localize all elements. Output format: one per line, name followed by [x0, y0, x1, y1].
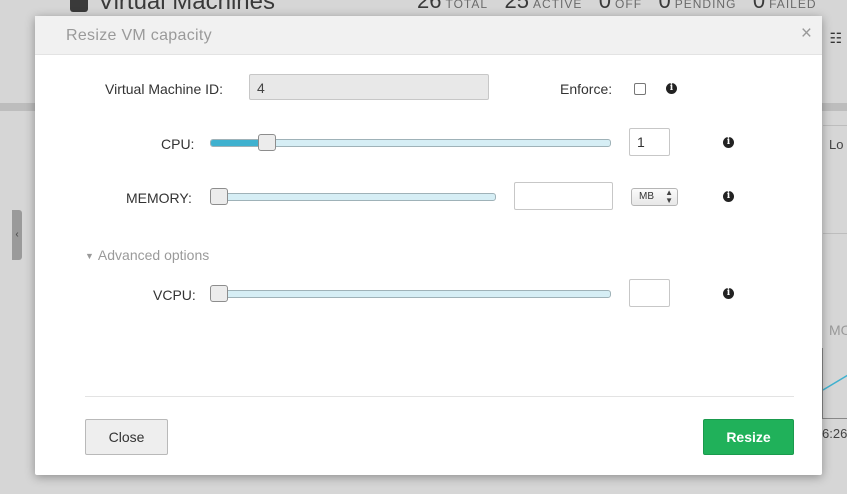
vcpu-input[interactable]	[629, 279, 670, 307]
advanced-options-label: Advanced options	[97, 247, 210, 263]
memory-label: MEMORY:	[126, 190, 192, 206]
sidebar-collapse-icon: ‹	[12, 210, 22, 260]
bg-fragment-text: 6:26	[822, 426, 847, 441]
cpu-input[interactable]: 1	[629, 128, 670, 156]
info-icon[interactable]: i	[666, 83, 677, 94]
memory-unit-select[interactable]: MB ▲ ▼	[631, 188, 678, 206]
close-icon[interactable]: ×	[801, 24, 812, 43]
bg-divider	[823, 125, 847, 126]
enforce-label: Enforce:	[560, 81, 613, 97]
bg-fragment-text: Lo	[829, 137, 844, 152]
bg-chart-line	[823, 374, 847, 391]
close-button[interactable]: Close	[85, 419, 168, 455]
bg-chart	[822, 348, 847, 419]
cpu-slider-handle[interactable]	[258, 134, 277, 151]
info-icon[interactable]: i	[723, 191, 734, 202]
memory-unit-value: MB	[639, 191, 654, 202]
caret-down-icon: ▼	[85, 251, 94, 261]
resize-vm-dialog: Resize VM capacity × Virtual Machine ID:…	[35, 16, 822, 475]
advanced-options-toggle[interactable]: ▼ Advanced options	[85, 247, 209, 263]
memory-slider-handle[interactable]	[210, 188, 228, 205]
vcpu-slider-handle[interactable]	[210, 285, 228, 302]
resize-button[interactable]: Resize	[703, 419, 794, 455]
vm-icon	[70, 0, 88, 12]
info-icon[interactable]: i	[723, 137, 734, 148]
dialog-header: Resize VM capacity ×	[35, 16, 822, 55]
vm-id-field: 4	[249, 74, 489, 100]
bg-fragment-text: MOR	[829, 322, 847, 338]
vcpu-slider[interactable]	[210, 290, 611, 298]
list-view-icon: ☷	[829, 30, 842, 46]
memory-input[interactable]	[514, 182, 613, 210]
info-icon[interactable]: i	[723, 288, 734, 299]
vcpu-label: VCPU:	[153, 287, 196, 303]
enforce-checkbox[interactable]	[634, 83, 646, 95]
bg-page-title: Virtual Machines	[70, 0, 275, 16]
footer-divider	[85, 396, 794, 397]
bg-divider	[823, 233, 847, 234]
memory-slider[interactable]	[210, 193, 496, 201]
vm-id-label: Virtual Machine ID:	[105, 81, 224, 97]
dialog-title: Resize VM capacity	[66, 27, 212, 44]
bg-stats: 26 TOTAL 25 ACTIVE 0 OFF 0 PENDING 0 FAILED	[417, 0, 817, 13]
select-arrows-icon: ▲ ▼	[665, 188, 673, 205]
cpu-label: CPU:	[161, 136, 195, 152]
